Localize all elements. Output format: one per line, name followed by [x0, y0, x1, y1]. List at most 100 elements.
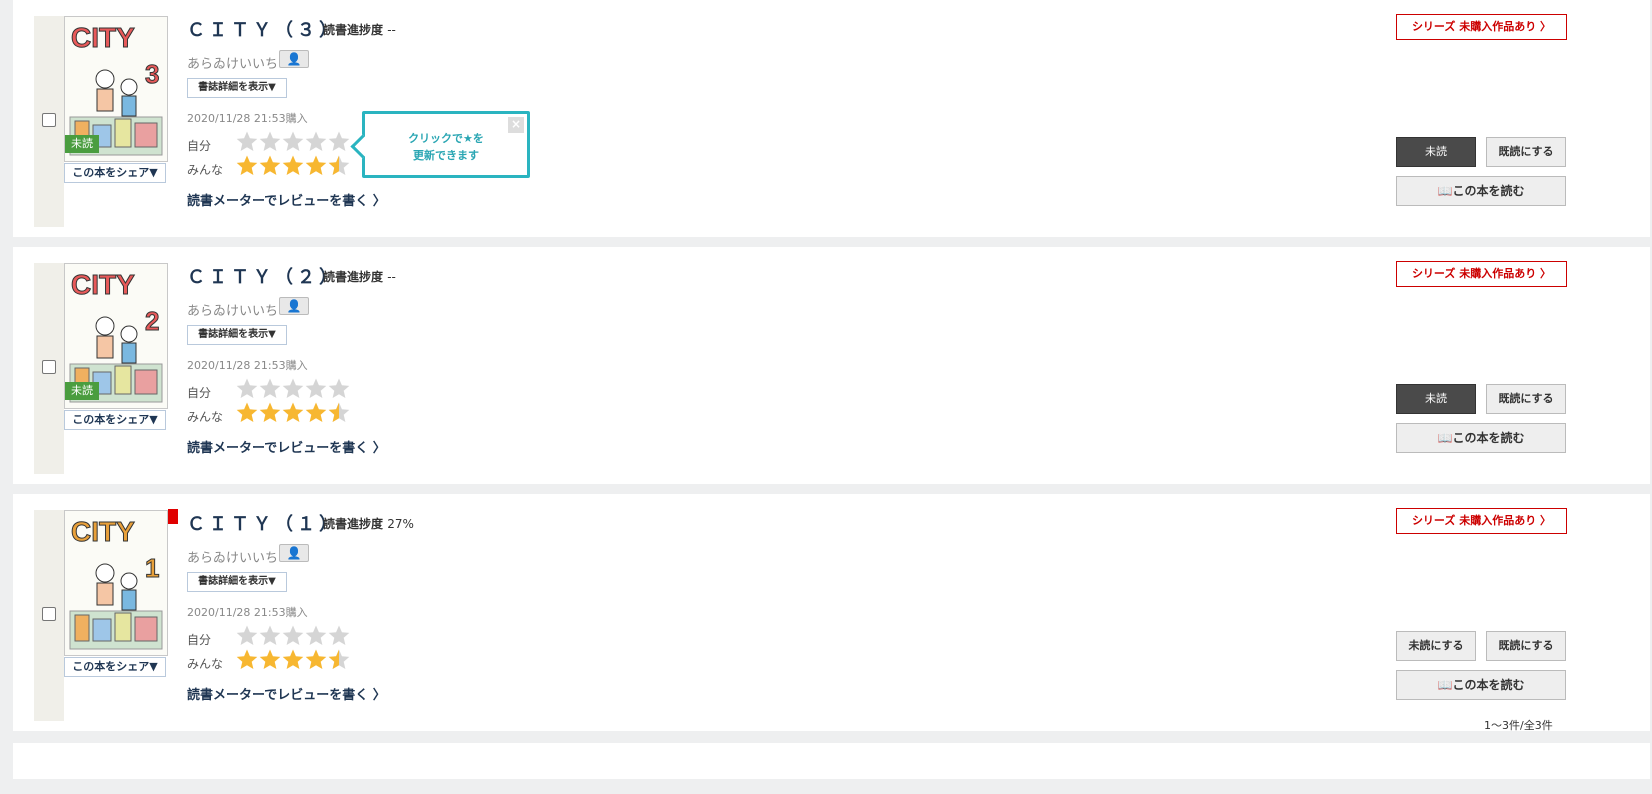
- progress-label: 読書進捗度: [323, 270, 384, 284]
- star-icon: [258, 401, 282, 425]
- my-rating-stars[interactable]: [235, 130, 350, 154]
- unread-status-button[interactable]: 未読: [1396, 384, 1476, 414]
- star-icon: [304, 648, 328, 672]
- star-icon: [327, 154, 351, 178]
- mark-read-button[interactable]: 既読にする: [1486, 631, 1566, 661]
- everyone-rating-stars: [235, 154, 350, 178]
- star-icon[interactable]: [235, 130, 259, 154]
- star-icon: [235, 648, 259, 672]
- author-name[interactable]: あらゐけいいち: [187, 547, 278, 566]
- my-rating-stars[interactable]: [235, 377, 350, 401]
- share-button[interactable]: この本をシェア▼: [64, 657, 166, 677]
- star-icon[interactable]: [281, 377, 305, 401]
- star-icon[interactable]: [258, 624, 282, 648]
- star-icon[interactable]: [327, 624, 351, 648]
- progress-label: 読書進捗度: [323, 23, 384, 37]
- star-icon[interactable]: [304, 624, 328, 648]
- mark-read-button[interactable]: 既読にする: [1486, 384, 1566, 414]
- book-card: CITY 2 未読この本をシェア▼ ＣＩＴＹ（２） 読書進捗度 -- あらゐけいいち 👤 書誌…: [13, 247, 1650, 484]
- show-details-button[interactable]: 書誌詳細を表示▼: [187, 572, 287, 592]
- svg-text:CITY: CITY: [71, 22, 135, 53]
- star-icon: [258, 648, 282, 672]
- star-icon[interactable]: [327, 130, 351, 154]
- mark-read-button[interactable]: 既読にする: [1486, 137, 1566, 167]
- write-review-link[interactable]: 読書メーターでレビューを書く 〉: [187, 684, 386, 703]
- share-button[interactable]: この本をシェア▼: [64, 163, 166, 183]
- star-icon: [258, 154, 282, 178]
- reading-progress: 読書進捗度 27%: [323, 515, 414, 532]
- series-unpurchased-button[interactable]: シリーズ 未購入作品あり 〉: [1396, 508, 1567, 534]
- read-book-button[interactable]: 📖この本を読む: [1396, 176, 1566, 206]
- select-checkbox[interactable]: [42, 607, 56, 621]
- tooltip-text: クリックで★を 更新できます: [365, 130, 527, 164]
- svg-text:2: 2: [145, 306, 159, 336]
- purchase-date: 2020/11/28 21:53購入: [187, 606, 308, 619]
- star-icon: [281, 401, 305, 425]
- book-title[interactable]: ＣＩＴＹ（１）: [187, 510, 341, 536]
- star-icon[interactable]: [258, 130, 282, 154]
- star-icon[interactable]: [281, 130, 305, 154]
- unread-status-button[interactable]: 未読にする: [1396, 631, 1476, 661]
- write-review-link[interactable]: 読書メーターでレビューを書く 〉: [187, 190, 386, 209]
- progress-value: --: [387, 23, 396, 37]
- series-unpurchased-button[interactable]: シリーズ 未購入作品あり 〉: [1396, 261, 1567, 287]
- star-icon[interactable]: [235, 377, 259, 401]
- svg-text:CITY: CITY: [71, 269, 135, 300]
- unread-badge: 未読: [65, 382, 99, 400]
- person-book-icon[interactable]: 👤: [279, 297, 309, 315]
- star-icon: [281, 154, 305, 178]
- my-rating-label: 自分: [187, 633, 212, 647]
- purchase-date: 2020/11/28 21:53購入: [187, 112, 308, 125]
- everyone-rating-label: みんな: [187, 410, 224, 424]
- person-book-icon[interactable]: 👤: [279, 50, 309, 68]
- star-icon: [327, 401, 351, 425]
- select-checkbox[interactable]: [42, 113, 56, 127]
- star-icon: [304, 401, 328, 425]
- my-rating-label: 自分: [187, 386, 212, 400]
- share-button[interactable]: この本をシェア▼: [64, 410, 166, 430]
- series-unpurchased-button[interactable]: シリーズ 未購入作品あり 〉: [1396, 14, 1567, 40]
- select-checkbox[interactable]: [42, 360, 56, 374]
- book-title[interactable]: ＣＩＴＹ（３）: [187, 16, 341, 42]
- person-book-icon[interactable]: 👤: [279, 544, 309, 562]
- book-title[interactable]: ＣＩＴＹ（２）: [187, 263, 341, 289]
- star-icon[interactable]: [281, 624, 305, 648]
- book-cover[interactable]: CITY 1: [64, 510, 168, 656]
- everyone-rating-stars: [235, 648, 350, 672]
- show-details-button[interactable]: 書誌詳細を表示▼: [187, 78, 287, 98]
- write-review-link[interactable]: 読書メーターでレビューを書く 〉: [187, 437, 386, 456]
- progress-label: 読書進捗度: [323, 517, 384, 531]
- everyone-rating-label: みんな: [187, 657, 224, 671]
- svg-text:1: 1: [145, 553, 159, 583]
- book-card: CITY 3 未読この本をシェア▼ ＣＩＴＹ（３） 読書進捗度 -- あらゐけいいち 👤 書誌…: [13, 0, 1650, 237]
- purchase-date: 2020/11/28 21:53購入: [187, 359, 308, 372]
- author-name[interactable]: あらゐけいいち: [187, 300, 278, 319]
- star-icon[interactable]: [258, 377, 282, 401]
- progress-value: 27%: [387, 517, 414, 531]
- everyone-rating-stars: [235, 401, 350, 425]
- svg-text:3: 3: [145, 59, 159, 89]
- pagination-bar: [13, 743, 1650, 779]
- show-details-button[interactable]: 書誌詳細を表示▼: [187, 325, 287, 345]
- book-cover[interactable]: CITY 2 未読: [64, 263, 168, 409]
- unread-status-button[interactable]: 未読: [1396, 137, 1476, 167]
- tooltip-line-2: 更新できます: [413, 149, 479, 162]
- star-icon: [235, 154, 259, 178]
- book-cover[interactable]: CITY 3 未読: [64, 16, 168, 162]
- read-book-button[interactable]: 📖この本を読む: [1396, 423, 1566, 453]
- star-icon[interactable]: [304, 377, 328, 401]
- star-icon[interactable]: [304, 130, 328, 154]
- star-icon[interactable]: [327, 377, 351, 401]
- reading-progress: 読書進捗度 --: [323, 268, 396, 285]
- read-book-button[interactable]: 📖この本を読む: [1396, 670, 1566, 700]
- rating-tooltip: × クリックで★を 更新できます: [350, 111, 530, 178]
- author-name[interactable]: あらゐけいいち: [187, 53, 278, 72]
- star-icon[interactable]: [235, 624, 259, 648]
- progress-value: --: [387, 270, 396, 284]
- my-rating-stars[interactable]: [235, 624, 350, 648]
- book-card: CITY 1 この本をシェア▼ ＣＩＴＹ（１） 読書進捗度 27% あらゐけいいち 👤 書誌詳…: [13, 494, 1650, 731]
- everyone-rating-label: みんな: [187, 163, 224, 177]
- star-icon: [281, 648, 305, 672]
- svg-text:CITY: CITY: [71, 516, 135, 547]
- result-count: 1〜3件/全3件: [1484, 719, 1553, 732]
